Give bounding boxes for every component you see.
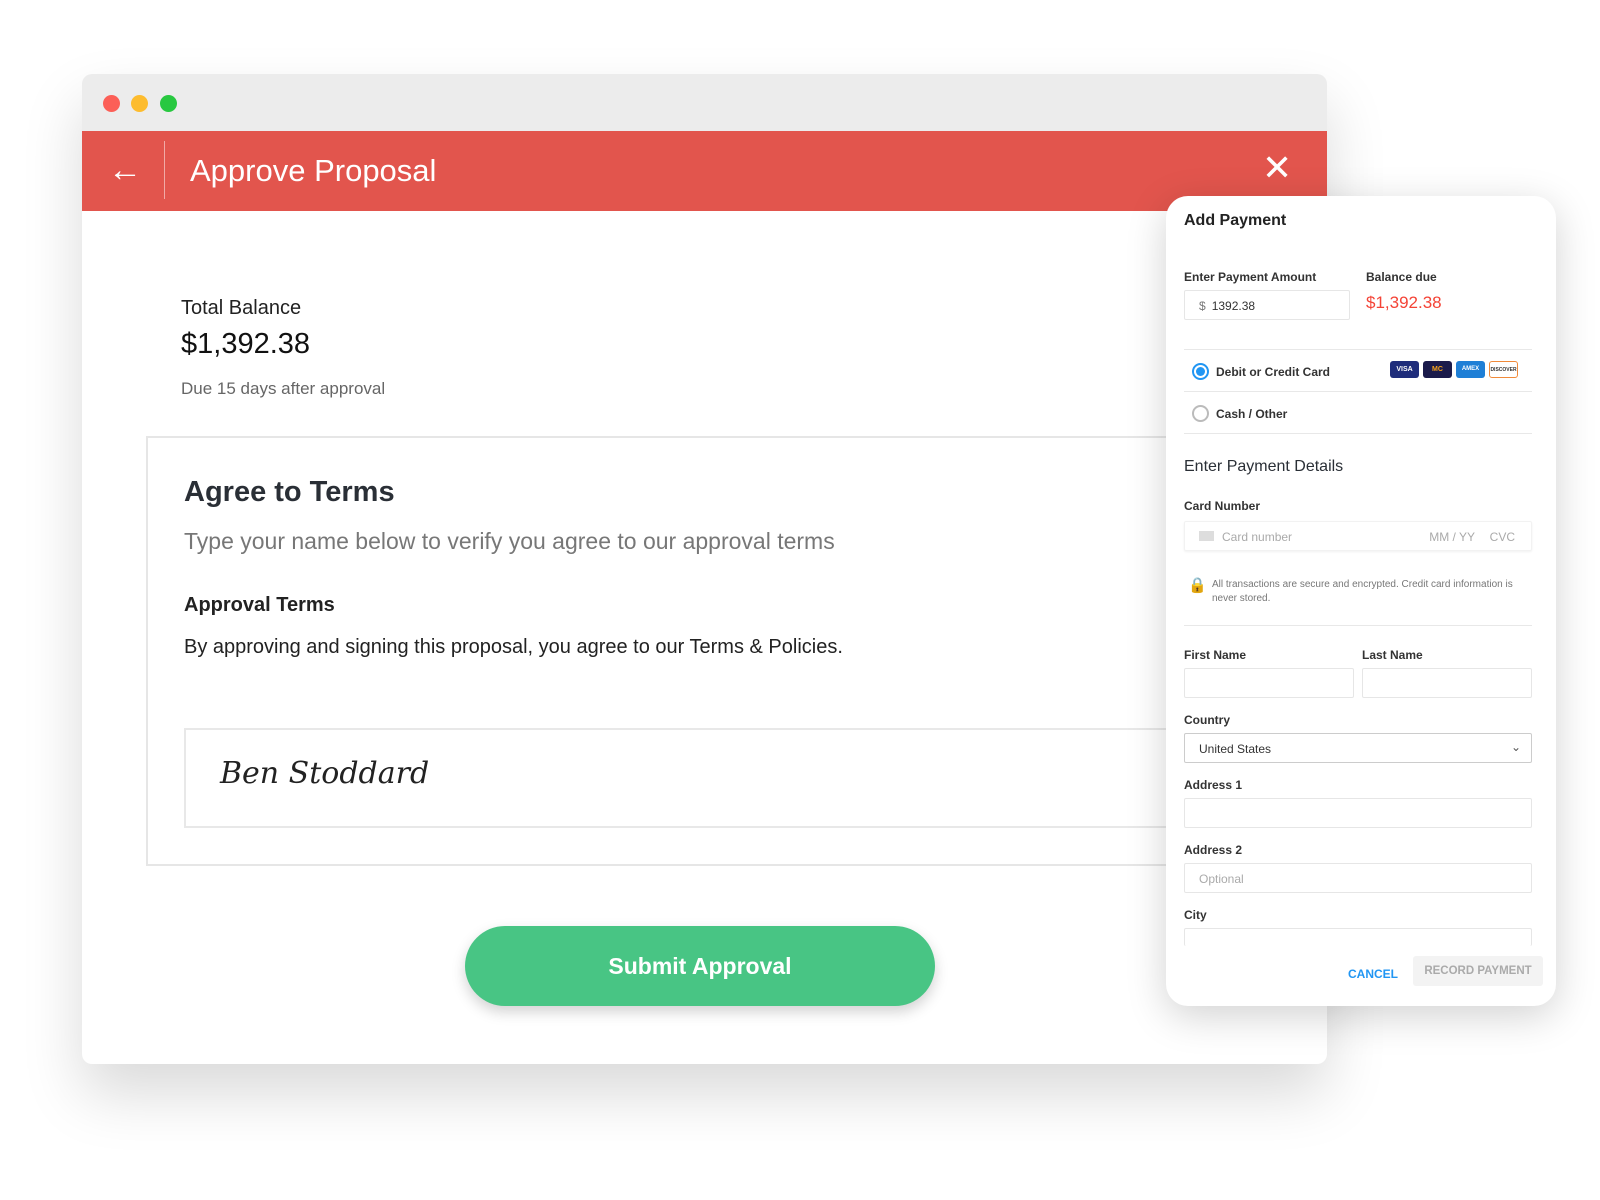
approval-terms-heading: Approval Terms [184, 594, 335, 616]
signature-input[interactable]: Ben Stoddard [184, 728, 1264, 828]
secure-note: All transactions are secure and encrypte… [1212, 579, 1513, 604]
card-placeholder: Card number [1222, 530, 1293, 544]
title-bar [82, 74, 1327, 131]
balance-due-label: Balance due [1366, 270, 1437, 284]
visa-icon: VISA [1390, 361, 1419, 378]
card-number-input[interactable]: Card number MM / YY CVC [1184, 521, 1532, 551]
address2-label: Address 2 [1184, 843, 1243, 857]
close-window-button[interactable] [103, 95, 120, 112]
divider [1184, 349, 1532, 350]
mastercard-icon: MC [1423, 361, 1452, 378]
app-window: ← Approve Proposal ✕ Total Balance $1,39… [82, 74, 1327, 1064]
currency-symbol: $ [1199, 299, 1206, 313]
cancel-button[interactable]: CANCEL [1348, 967, 1398, 981]
address1-input[interactable] [1184, 798, 1532, 828]
radio-cash[interactable] [1192, 405, 1209, 422]
radio-card[interactable] [1192, 363, 1209, 380]
amount-label: Enter Payment Amount [1184, 270, 1317, 284]
cvc-placeholder[interactable]: CVC [1490, 530, 1515, 544]
terms-title: Agree to Terms [184, 476, 395, 508]
close-icon[interactable]: ✕ [1262, 147, 1292, 189]
address2-input[interactable]: Optional [1184, 863, 1532, 893]
submit-approval-button[interactable]: Submit Approval [465, 926, 935, 1006]
balance-due-value: $1,392.38 [1366, 293, 1442, 312]
signature-text: Ben Stoddard [220, 756, 430, 791]
card-number-label: Card Number [1184, 499, 1261, 513]
maximize-window-button[interactable] [160, 95, 177, 112]
last-name-label: Last Name [1362, 648, 1423, 662]
panel-title: Add Payment [1184, 212, 1287, 229]
details-title: Enter Payment Details [1184, 458, 1344, 475]
lock-icon: 🔒 [1188, 577, 1207, 594]
expiry-placeholder[interactable]: MM / YY [1429, 530, 1475, 544]
balance-label: Total Balance [181, 297, 302, 319]
divider [1184, 625, 1532, 626]
amount-input[interactable]: $1392.38 [1184, 290, 1350, 320]
due-text: Due 15 days after approval [181, 379, 386, 398]
discover-icon: DISCOVER [1489, 361, 1518, 378]
divider [1184, 391, 1532, 392]
amex-icon: AMEX [1456, 361, 1485, 378]
country-value: United States [1199, 742, 1272, 756]
minimize-window-button[interactable] [131, 95, 148, 112]
add-payment-panel: Add Payment Enter Payment Amount $1392.3… [1166, 196, 1556, 1006]
balance-amount: $1,392.38 [181, 328, 311, 360]
method-cash-label: Cash / Other [1216, 407, 1288, 421]
first-name-label: First Name [1184, 648, 1247, 662]
country-label: Country [1184, 713, 1230, 727]
city-label: City [1184, 908, 1207, 922]
header-bar: ← Approve Proposal ✕ [82, 131, 1327, 211]
card-icon [1199, 531, 1214, 541]
terms-subtitle: Type your name below to verify you agree… [184, 528, 835, 554]
chevron-down-icon: ⌄ [1510, 740, 1521, 754]
divider [1184, 433, 1532, 434]
first-name-input[interactable] [1184, 668, 1354, 698]
city-input[interactable] [1184, 928, 1532, 946]
approval-terms-text: By approving and signing this proposal, … [184, 636, 843, 658]
back-arrow-icon[interactable]: ← [108, 151, 142, 190]
terms-section: Agree to Terms Type your name below to v… [146, 436, 1264, 866]
country-select[interactable]: United States ⌄ [1184, 733, 1532, 763]
method-card-label: Debit or Credit Card [1216, 365, 1331, 379]
last-name-input[interactable] [1362, 668, 1532, 698]
amount-value: 1392.38 [1211, 299, 1256, 313]
divider [164, 141, 165, 199]
address1-label: Address 1 [1184, 778, 1243, 792]
record-payment-button[interactable]: RECORD PAYMENT [1413, 956, 1543, 986]
page-title: Approve Proposal [190, 153, 437, 188]
